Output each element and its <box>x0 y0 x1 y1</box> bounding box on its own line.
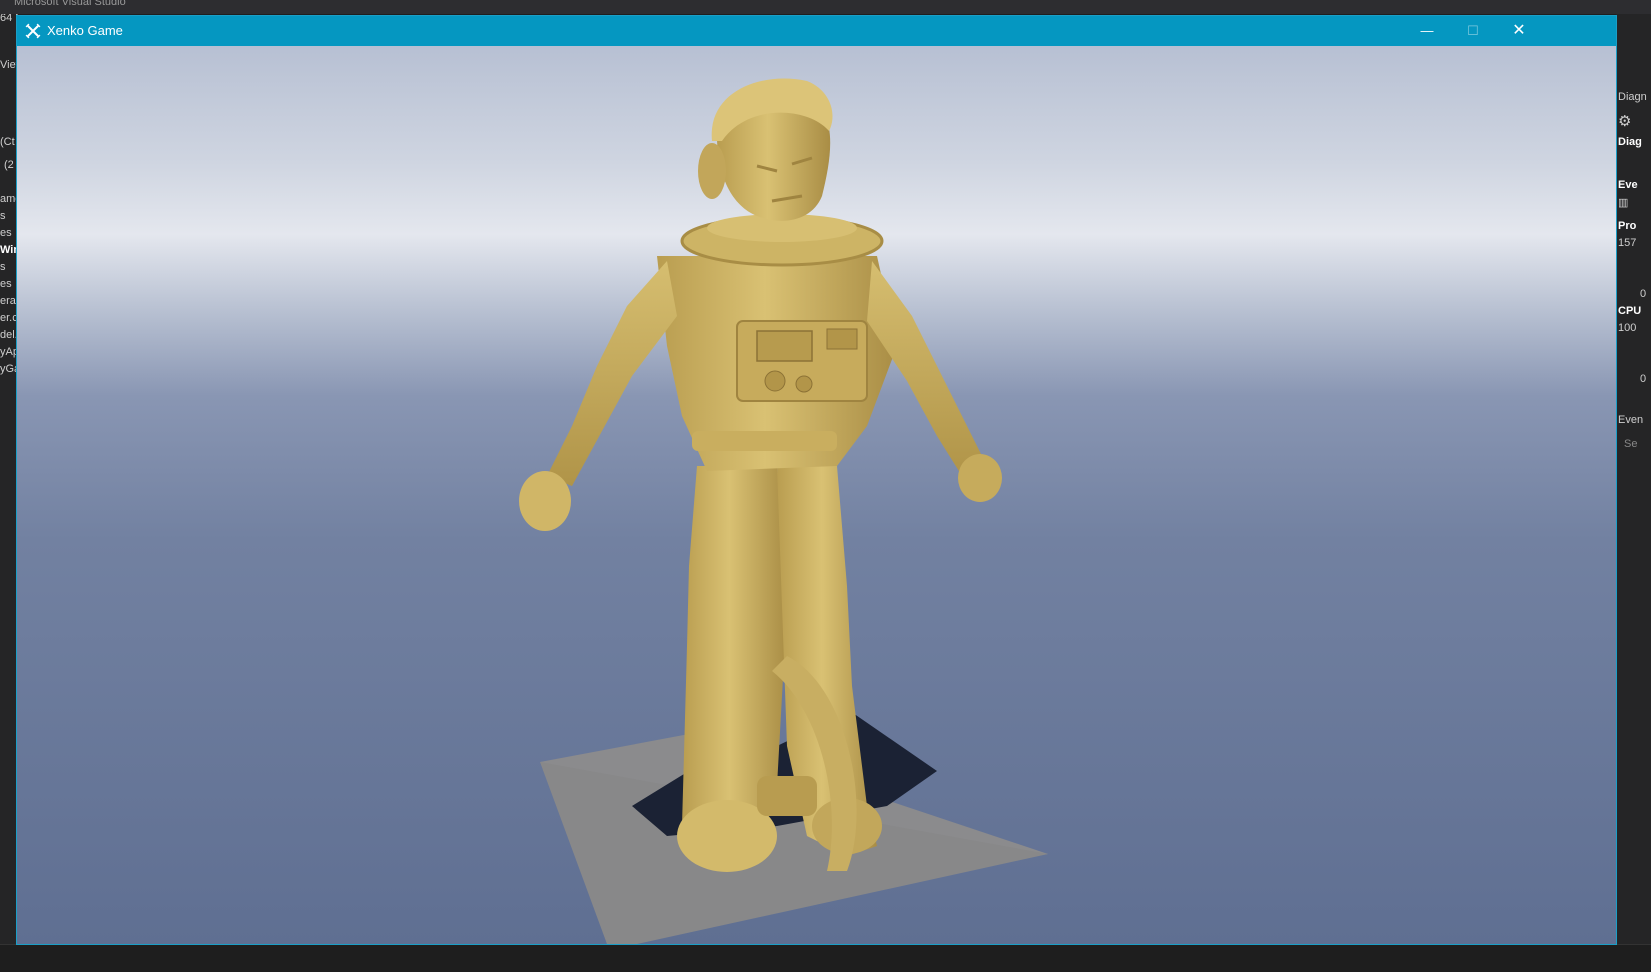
vs-left-row[interactable]: (Ct <box>0 136 15 148</box>
vs-title: Microsoft Visual Studio <box>14 0 126 8</box>
cpu-header[interactable]: CPU <box>1618 305 1641 317</box>
vs-left-row[interactable]: s <box>0 210 6 222</box>
ear-piece <box>698 143 726 199</box>
pause-icon[interactable]: ▥ <box>1618 196 1628 209</box>
right-hand <box>958 454 1002 502</box>
maximize-button[interactable]: ☐ <box>1450 16 1496 46</box>
scene-render <box>519 78 1048 944</box>
events-header[interactable]: Eve <box>1618 179 1638 191</box>
vs-top-bar: Microsoft Visual Studio <box>0 0 1651 14</box>
process-min-value: 0 <box>1640 288 1647 300</box>
window-title: Xenko Game <box>47 23 123 38</box>
process-memory-header[interactable]: Pro <box>1618 220 1636 232</box>
game-viewport[interactable] <box>17 46 1616 944</box>
process-max-value: 157 <box>1618 237 1637 249</box>
vs-left-row[interactable]: es <box>0 227 12 239</box>
chest-screen <box>756 330 813 362</box>
diagnostics-tab[interactable]: Diag <box>1618 136 1642 148</box>
search-input[interactable]: Se <box>1624 438 1637 450</box>
cpu-max-value: 100 <box>1618 322 1637 334</box>
events-tab[interactable]: Even <box>1618 414 1643 426</box>
gear-icon[interactable]: ⚙ <box>1618 112 1631 130</box>
chest-keypad <box>826 328 858 350</box>
title-bar[interactable]: Xenko Game — ☐ ✕ <box>17 16 1616 46</box>
vs-left-row[interactable]: es <box>0 278 12 290</box>
diagnostics-title: Diagn <box>1618 91 1647 103</box>
chest-knob <box>764 370 786 392</box>
vs-diagnostics-panel: Diagn ⚙ Diag Eve ▥ Pro 157 0 CPU 100 0 E… <box>1616 14 1651 944</box>
xenko-logo-icon <box>25 23 41 39</box>
belt <box>692 431 837 451</box>
chest-knob <box>795 375 813 393</box>
vs-status-area <box>0 944 1651 972</box>
vs-left-row[interactable]: s <box>0 261 6 273</box>
left-hand <box>519 471 571 531</box>
game-window[interactable]: Xenko Game — ☐ ✕ <box>16 15 1617 945</box>
left-arm <box>547 261 677 486</box>
vs-left-row[interactable]: (2 <box>4 159 14 171</box>
cpu-min-value: 0 <box>1640 373 1647 385</box>
close-button[interactable]: ✕ <box>1496 16 1542 46</box>
wheel-hub <box>757 776 817 816</box>
minimize-button[interactable]: — <box>1404 16 1450 46</box>
